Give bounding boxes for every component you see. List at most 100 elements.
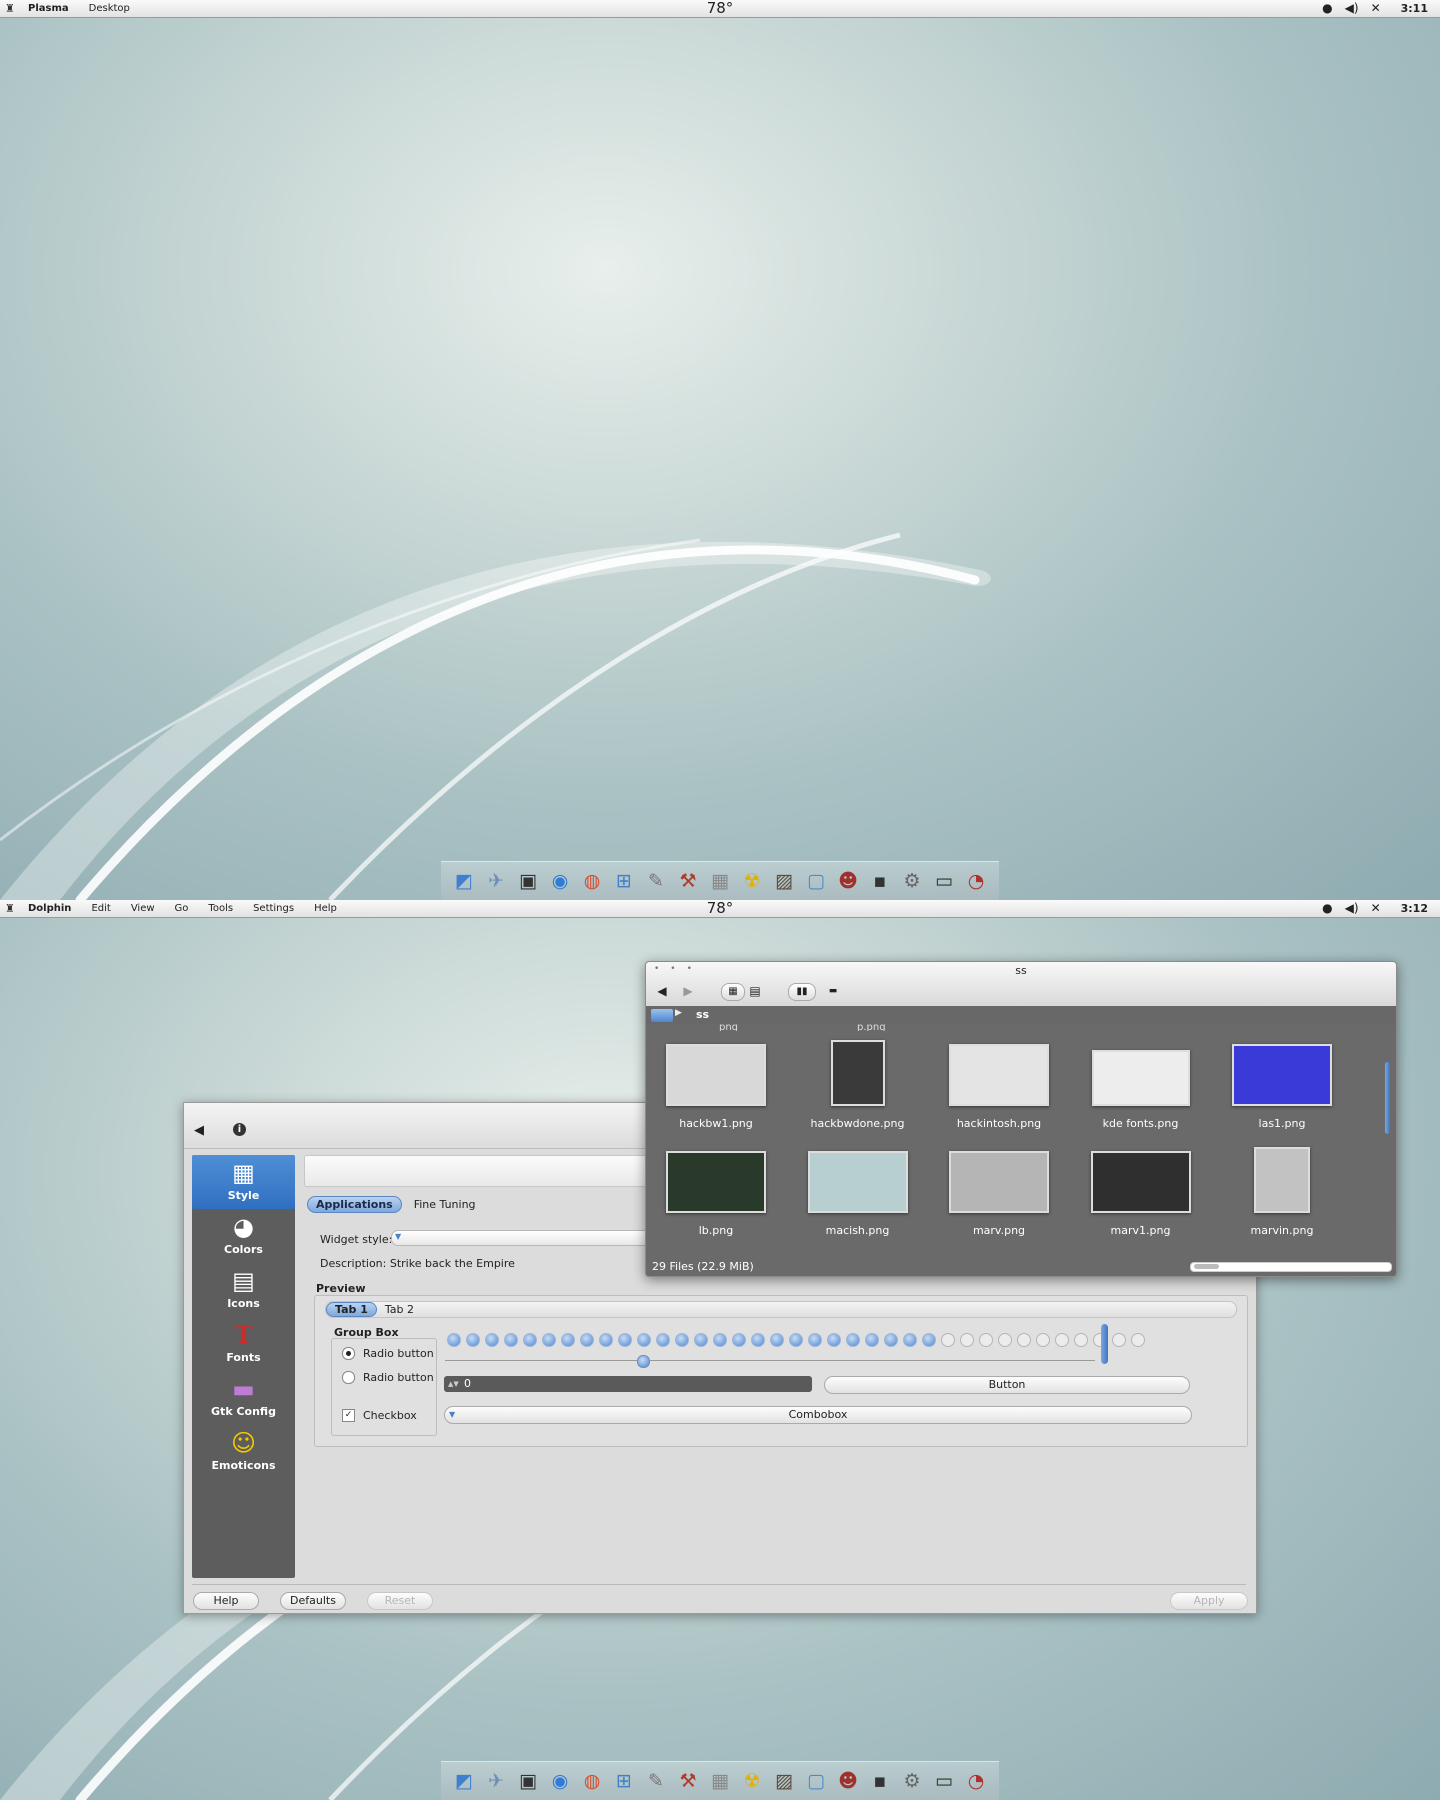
floppy-icon[interactable]: ▪ [866, 867, 894, 895]
system-settings-icon[interactable]: ⚙ [898, 1767, 926, 1795]
menu-app-name[interactable]: Plasma [28, 0, 69, 17]
forward-arrow-icon[interactable]: ▶ [680, 983, 696, 999]
file-item[interactable]: marv.png [936, 1147, 1062, 1237]
text-editor-icon[interactable]: ✎ [642, 1767, 670, 1795]
monitor-icon[interactable]: ▭ [930, 1767, 958, 1795]
file-item[interactable]: lb.png [653, 1147, 779, 1237]
tv-icon[interactable]: ▢ [802, 867, 830, 895]
spin-arrows-icon[interactable]: ▲▼ [448, 1376, 459, 1392]
browser-icon[interactable]: ◉ [546, 1767, 574, 1795]
folder-icon[interactable] [651, 1009, 673, 1022]
tab-fine-tuning[interactable]: Fine Tuning [406, 1197, 484, 1212]
menu-icon[interactable]: ▬ [824, 983, 842, 999]
spin-box[interactable]: ▲▼ 0 [444, 1376, 812, 1392]
sidebar-item-colors[interactable]: ◕ Colors [192, 1209, 295, 1263]
terminal-icon[interactable]: ▣ [514, 1767, 542, 1795]
dashboard-icon[interactable]: ◔ [962, 867, 990, 895]
dashboard-icon[interactable]: ◔ [962, 1767, 990, 1795]
network-icon[interactable]: ⊞ [610, 1767, 638, 1795]
preview-combobox[interactable]: ▼ Combobox [444, 1406, 1192, 1424]
clock[interactable]: 3:11 [1401, 0, 1428, 17]
chrome-icon[interactable]: ◍ [578, 1767, 606, 1795]
volume-icon[interactable]: ◀) [1345, 900, 1359, 917]
zoom-slider[interactable] [1190, 1262, 1392, 1272]
browser-icon[interactable]: ◉ [546, 867, 574, 895]
back-arrow-icon[interactable]: ◀ [194, 1123, 204, 1138]
chevron-right-icon[interactable]: ▶ [675, 1008, 682, 1018]
menu-view[interactable]: View [131, 900, 155, 917]
file-item[interactable]: hackintosh.png [936, 1040, 1062, 1130]
help-button[interactable]: Help [193, 1592, 259, 1610]
icons-view-icon[interactable]: ▦ [721, 983, 745, 1001]
kde-logo-icon[interactable]: ♜ [5, 902, 15, 915]
network-icon[interactable]: ⊞ [610, 867, 638, 895]
finder-icon[interactable]: ◩ [450, 867, 478, 895]
volume-icon[interactable]: ◀) [1345, 0, 1359, 17]
menu-app-name[interactable]: Dolphin [28, 900, 71, 917]
radio-button-1[interactable]: Radio button [342, 1347, 434, 1360]
chrome-icon[interactable]: ◍ [578, 867, 606, 895]
photo-icon[interactable]: ▨ [770, 1767, 798, 1795]
chat-icon[interactable]: ● [1322, 0, 1332, 17]
photo-icon[interactable]: ▨ [770, 867, 798, 895]
tab-applications[interactable]: Applications [307, 1196, 402, 1213]
terminal-icon[interactable]: ▣ [514, 867, 542, 895]
toolbox-icon[interactable]: ⚒ [674, 867, 702, 895]
menu-desktop[interactable]: Desktop [89, 0, 130, 17]
file-item[interactable]: macish.png [795, 1147, 921, 1237]
preview-tab-1[interactable]: Tab 1 [326, 1302, 377, 1317]
slider-track[interactable] [445, 1360, 1095, 1361]
portrait-icon[interactable]: ☻ [834, 867, 862, 895]
info-icon[interactable]: i [233, 1123, 246, 1136]
apply-button[interactable]: Apply [1170, 1592, 1248, 1610]
details-view-icon[interactable]: ▤ [747, 983, 763, 999]
finder-icon[interactable]: ◩ [450, 1767, 478, 1795]
reset-button[interactable]: Reset [367, 1592, 433, 1610]
preview-scrollbar[interactable] [1101, 1324, 1108, 1364]
floppy-icon[interactable]: ▪ [866, 1767, 894, 1795]
file-item[interactable]: las1.png [1219, 1040, 1345, 1130]
sidebar-item-fonts[interactable]: T Fonts [192, 1317, 295, 1371]
tv-icon[interactable]: ▢ [802, 1767, 830, 1795]
preview-icon[interactable]: ✈ [482, 867, 510, 895]
radiation-icon[interactable]: ☢ [738, 1767, 766, 1795]
dolphin-scrollbar[interactable] [1385, 1062, 1390, 1134]
sidebar-item-gtk-config[interactable]: ▬ Gtk Config [192, 1371, 295, 1425]
network-icon[interactable]: ✕ [1371, 900, 1381, 917]
file-item[interactable]: hackbw1.png [653, 1040, 779, 1130]
chat-icon[interactable]: ● [1322, 900, 1332, 917]
menu-edit[interactable]: Edit [91, 900, 110, 917]
network-icon[interactable]: ✕ [1371, 0, 1381, 17]
monitor-icon[interactable]: ▭ [930, 867, 958, 895]
file-item[interactable]: hackbwdone.png [795, 1040, 921, 1130]
toolbox-icon[interactable]: ⚒ [674, 1767, 702, 1795]
sidebar-item-icons[interactable]: ▤ Icons [192, 1263, 295, 1317]
checkbox[interactable]: ✓ Checkbox [342, 1409, 417, 1422]
file-item[interactable]: marvin.png [1219, 1147, 1345, 1237]
zoom-slider-handle[interactable] [1194, 1264, 1219, 1269]
portrait-icon[interactable]: ☻ [834, 1767, 862, 1795]
sidebar-item-style[interactable]: ▦ Style [192, 1155, 295, 1209]
radio-button-2[interactable]: Radio button [342, 1371, 434, 1384]
system-settings-icon[interactable]: ⚙ [898, 867, 926, 895]
sidebar-item-emoticons[interactable]: ☺ Emoticons [192, 1425, 295, 1479]
file-item[interactable]: kde fonts.png [1078, 1040, 1204, 1130]
calculator-icon[interactable]: ▦ [706, 867, 734, 895]
slider-handle[interactable] [637, 1355, 650, 1368]
menu-tools[interactable]: Tools [208, 900, 233, 917]
preview-icon[interactable]: ✈ [482, 1767, 510, 1795]
preview-button[interactable]: Button [824, 1376, 1190, 1394]
kde-logo-icon[interactable]: ♜ [5, 2, 15, 15]
defaults-button[interactable]: Defaults [280, 1592, 346, 1610]
menu-help[interactable]: Help [314, 900, 337, 917]
back-arrow-icon[interactable]: ◀ [654, 983, 670, 999]
preview-toggle-icon[interactable]: ▮▮ [788, 983, 816, 1001]
menu-go[interactable]: Go [175, 900, 189, 917]
breadcrumb-item[interactable]: ss [696, 1008, 709, 1021]
clock[interactable]: 3:12 [1401, 900, 1428, 917]
preview-tab-2[interactable]: Tab 2 [377, 1303, 422, 1316]
file-item[interactable]: marv1.png [1078, 1147, 1204, 1237]
menu-settings[interactable]: Settings [253, 900, 294, 917]
calculator-icon[interactable]: ▦ [706, 1767, 734, 1795]
radiation-icon[interactable]: ☢ [738, 867, 766, 895]
